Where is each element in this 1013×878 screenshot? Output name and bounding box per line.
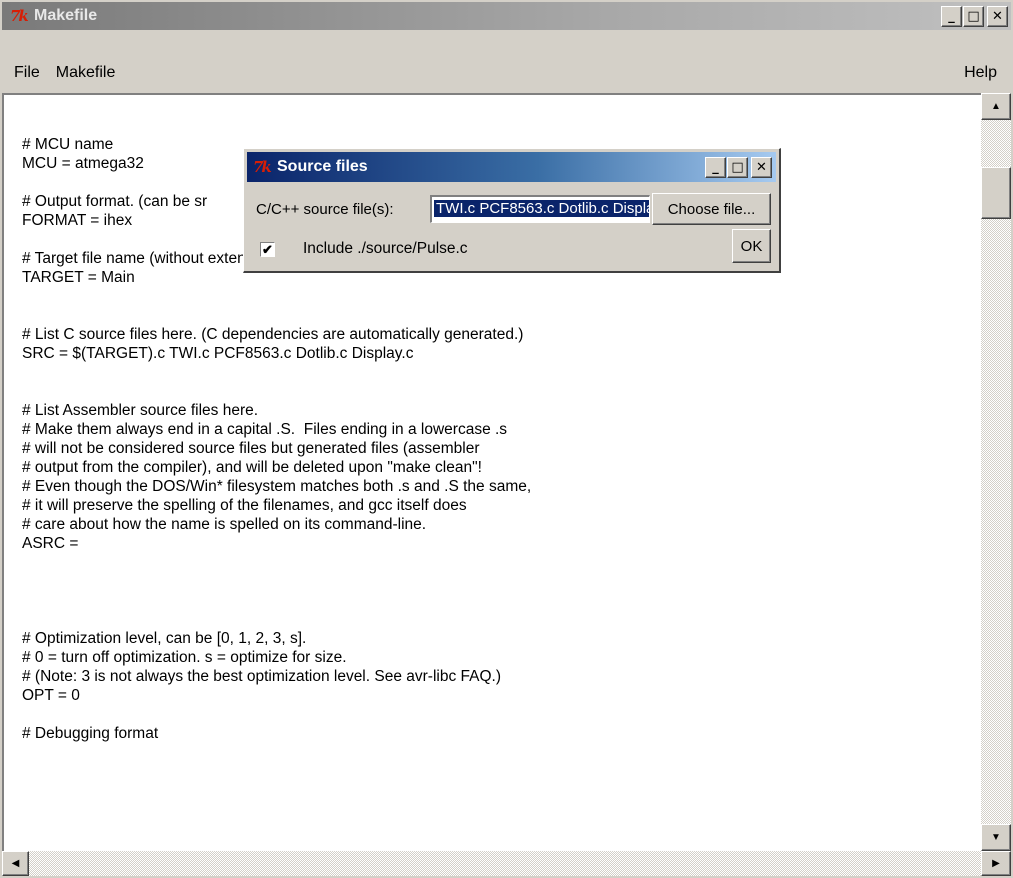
source-files-label: C/C++ source file(s): (256, 201, 394, 218)
vertical-scroll-thumb[interactable] (981, 167, 1011, 219)
dialog-minimize-button[interactable]: _ (705, 157, 726, 178)
scroll-corner: ▶ (981, 851, 1011, 876)
tk-logo-icon: 7k (253, 158, 272, 176)
ok-label: OK (740, 237, 763, 255)
dialog-title: Source files (277, 158, 368, 175)
dialog-maximize-button[interactable]: □ (727, 157, 748, 178)
arrow-left-icon: ◀ (11, 858, 20, 869)
scroll-left-button[interactable]: ◀ (2, 851, 29, 876)
minimize-icon: _ (948, 9, 955, 24)
maximize-button[interactable]: □ (963, 6, 984, 27)
menu-file[interactable]: File (14, 64, 40, 82)
check-icon: ✔ (262, 242, 273, 257)
dialog-close-button[interactable]: ✕ (751, 157, 772, 178)
dialog-title-bar[interactable]: 7k Source files _ □ ✕ (247, 152, 776, 182)
source-files-value: TWI.c PCF8563.c Dotlib.c Display.c (434, 200, 649, 217)
scroll-down-button[interactable]: ▼ (981, 824, 1011, 851)
menu-help[interactable]: Help (964, 64, 997, 82)
choose-file-button[interactable]: Choose file... (652, 193, 771, 225)
dialog-window-controls: _ □ ✕ (704, 157, 772, 178)
tk-logo-icon: 7k (10, 7, 29, 25)
close-button[interactable]: ✕ (987, 6, 1008, 27)
horizontal-scrollbar[interactable]: ◀ (2, 851, 981, 876)
include-pulse-label: Include ./source/Pulse.c (303, 240, 468, 257)
arrow-up-icon: ▲ (991, 101, 1001, 112)
scroll-right-button[interactable]: ▶ (981, 851, 1011, 876)
minimize-button[interactable]: _ (941, 6, 962, 27)
close-icon: ✕ (756, 160, 767, 175)
maximize-icon: □ (967, 9, 980, 24)
ok-button[interactable]: OK (732, 229, 771, 263)
window-title: Makefile (34, 7, 98, 24)
vertical-scrollbar[interactable]: ▲ ▼ (981, 93, 1011, 851)
menu-bar: File Makefile Help (2, 58, 1011, 88)
minimize-icon: _ (712, 160, 719, 175)
source-files-dialog: 7k Source files _ □ ✕ C/C++ source file(… (243, 148, 781, 273)
title-bar[interactable]: 7k Makefile _ □ ✕ (2, 2, 1011, 30)
source-files-input[interactable]: TWI.c PCF8563.c Dotlib.c Display.c (430, 195, 650, 223)
window-controls: _ □ ✕ (940, 6, 1008, 27)
choose-file-label: Choose file... (667, 200, 756, 218)
maximize-icon: □ (731, 160, 744, 175)
menu-makefile[interactable]: Makefile (56, 64, 116, 82)
scroll-up-button[interactable]: ▲ (981, 93, 1011, 120)
close-icon: ✕ (992, 9, 1003, 24)
arrow-right-icon: ▶ (992, 858, 1000, 869)
include-pulse-checkbox[interactable]: ✔ (260, 242, 275, 257)
makefile-window: 7k Makefile _ □ ✕ File Makefile Help # M… (0, 0, 1013, 878)
arrow-down-icon: ▼ (991, 832, 1001, 843)
